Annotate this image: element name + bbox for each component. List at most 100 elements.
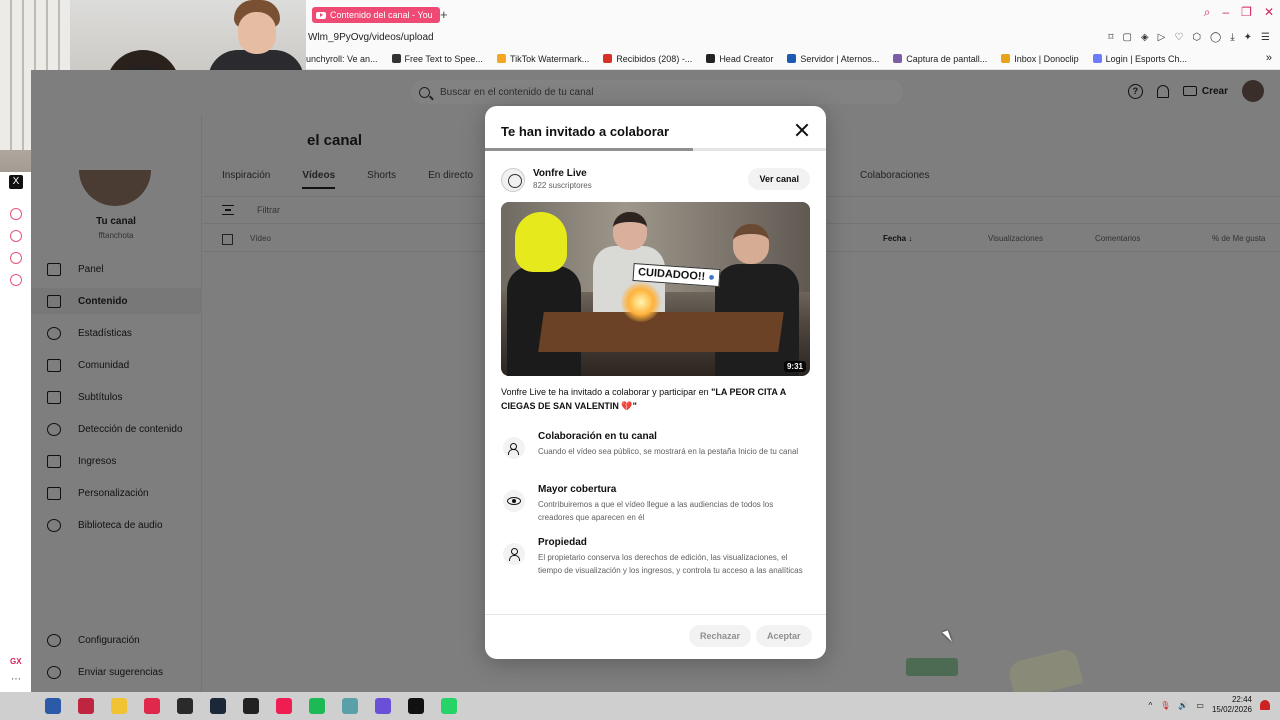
gx-icon[interactable]: GX (10, 657, 22, 666)
sidebar-item-estadisticas[interactable]: Estadísticas (31, 320, 201, 346)
sidebar-item-biblioteca-de-audio[interactable]: Biblioteca de audio (31, 512, 201, 538)
tab-2[interactable]: Shorts (367, 170, 396, 189)
history-icon[interactable] (10, 230, 22, 242)
channel-avatar-vonfre[interactable] (501, 168, 525, 192)
sidebar-item-label: Detección de contenido (78, 423, 183, 435)
accept-button[interactable]: Aceptar (756, 625, 812, 647)
help-icon[interactable]: ? (1127, 83, 1143, 99)
video-thumbnail[interactable]: CUIDADOO!! ● 9:31 (501, 202, 810, 376)
app-dark-1-icon[interactable] (176, 698, 193, 714)
epic-games-icon[interactable] (242, 698, 259, 714)
create-button[interactable]: Crear (1182, 86, 1228, 97)
bookmark-item[interactable]: Free Text to Spee... (391, 54, 483, 64)
clock-time: 22:44 (1231, 695, 1252, 704)
url-text[interactable]: Wlm_9PyOvg/videos/upload (308, 32, 434, 43)
minimize-button[interactable]: – (1222, 5, 1229, 20)
ingresos-icon (47, 454, 61, 468)
column-video[interactable]: Vídeo (250, 234, 271, 243)
capcut-icon[interactable] (407, 698, 424, 714)
avatar[interactable] (1242, 80, 1264, 102)
sidebar-item-label: Estadísticas (78, 327, 132, 339)
sidebar-item-panel[interactable]: Panel (31, 256, 201, 282)
bookmark-item[interactable]: TikTok Watermark... (496, 54, 589, 64)
bookmarks-overflow-icon[interactable]: » (1266, 52, 1272, 64)
studio-search-input[interactable]: Buscar en el contenido de tu canal (411, 80, 903, 104)
opera-icon[interactable] (143, 698, 160, 714)
play-icon[interactable]: ▷ (1158, 32, 1166, 43)
sidebar-item-label: Biblioteca de audio (78, 519, 163, 531)
sidebar-item-enviar-sugerencias[interactable]: Enviar sugerencias (31, 659, 201, 685)
sidebar-item-ingresos[interactable]: Ingresos (31, 448, 201, 474)
tab-1[interactable]: Vídeos (302, 170, 336, 189)
bookmark-item[interactable]: Inbox | Donoclip (1001, 54, 1079, 64)
download-icon[interactable]: ⤓ (1230, 32, 1234, 43)
close-icon[interactable] (794, 122, 810, 138)
microphone-icon[interactable]: 🎙 (1160, 701, 1170, 710)
bookmark-icon[interactable]: ⌑ (1108, 32, 1113, 43)
snapshot-icon[interactable]: ▢ (1122, 32, 1131, 43)
display-icon[interactable]: ▭ (1196, 701, 1204, 710)
search-tabs-icon[interactable]: ⌕ (1204, 5, 1211, 20)
discord-like-icon[interactable] (374, 698, 391, 714)
channel-name[interactable]: Vonfre Live (533, 168, 587, 179)
search-placeholder: Buscar en el contenido de tu canal (440, 86, 594, 98)
column-comments[interactable]: Comentarios (1095, 234, 1140, 243)
select-all-checkbox[interactable] (222, 234, 233, 245)
extensions-sidebar-icon[interactable] (10, 252, 22, 264)
heart-icon[interactable]: ♡ (1174, 32, 1183, 43)
sidebar-item-personalizacion[interactable]: Personalización (31, 480, 201, 506)
shield-icon[interactable]: ◈ (1141, 32, 1149, 43)
view-channel-button[interactable]: Ver canal (748, 168, 810, 190)
close-window-button[interactable]: ✕ (1264, 5, 1274, 20)
sidebar-item-comunidad[interactable]: Comunidad (31, 352, 201, 378)
steam-icon[interactable] (209, 698, 226, 714)
bookmark-item[interactable]: Login | Esports Ch... (1092, 54, 1187, 64)
address-bar[interactable]: Wlm_9PyOvg/videos/upload ⌑ ▢ ◈ ▷ ♡ ⬡ ◯ ⤓… (306, 30, 1280, 48)
menu-icon[interactable]: ☰ (1261, 32, 1270, 43)
file-explorer-icon[interactable] (110, 698, 127, 714)
more-icon[interactable]: ⋯ (11, 674, 21, 685)
sidebar-item-configuracion[interactable]: Configuración (31, 627, 201, 653)
spotify-icon[interactable] (308, 698, 325, 714)
new-tab-button[interactable]: + (440, 7, 448, 22)
settings-sidebar-icon[interactable] (10, 274, 22, 286)
player-icon[interactable] (10, 208, 22, 220)
sidebar-item-deteccion-de-contenido[interactable]: Detección de contenido (31, 416, 201, 442)
reject-button[interactable]: Rechazar (689, 625, 752, 647)
opera-gx-app-icon[interactable] (77, 698, 94, 714)
notepad-icon[interactable] (341, 698, 358, 714)
whatsapp-icon[interactable] (440, 698, 457, 714)
tab-3[interactable]: En directo (428, 170, 473, 189)
filter-icon[interactable] (222, 205, 234, 215)
clock[interactable]: 22:44 15/02/2026 (1212, 695, 1252, 715)
column-likes[interactable]: % de Me gusta (1212, 234, 1265, 243)
studio-sidebar: Tu canal fftanchota Panel Contenido Estadí… (31, 170, 201, 692)
bell-icon[interactable] (1156, 84, 1169, 98)
ai-icon[interactable]: ✦ (1244, 32, 1252, 43)
maximize-button[interactable]: ❐ (1241, 5, 1252, 20)
speaker-icon[interactable]: 🔊 (1178, 701, 1188, 710)
profile-icon[interactable]: ◯ (1210, 32, 1221, 43)
notification-icon[interactable] (1260, 700, 1270, 710)
feature-title: Propiedad (538, 537, 587, 548)
bookmark-item[interactable]: Recibidos (208) -... (603, 54, 692, 64)
column-views[interactable]: Visualizaciones (988, 234, 1043, 243)
tiktok-icon[interactable] (275, 698, 292, 714)
tab-0[interactable]: Inspiración (222, 170, 270, 189)
channel-avatar[interactable] (79, 170, 151, 206)
tray-chevron-icon[interactable]: ^ (1149, 701, 1153, 710)
bookmark-item[interactable]: Head Creator (706, 54, 773, 64)
extensions-icon[interactable]: ⬡ (1192, 32, 1201, 43)
widgets-icon[interactable] (44, 698, 61, 714)
column-date[interactable]: Fecha ↓ (883, 234, 912, 243)
browser-tab-active[interactable]: Contenido del canal - You (312, 7, 440, 23)
sidebar-item-contenido[interactable]: Contenido (31, 288, 201, 314)
bookmark-item[interactable]: unchyroll: Ve an... (306, 54, 378, 64)
channel-row: Vonfre Live 822 suscriptores Ver canal (501, 168, 810, 194)
tab-colaboraciones[interactable]: Colaboraciones (860, 170, 930, 181)
bookmark-item[interactable]: Captura de pantall... (893, 54, 987, 64)
sidebar-item-subtitulos[interactable]: Subtítulos (31, 384, 201, 410)
filter-input[interactable]: Filtrar (257, 205, 280, 215)
x-twitter-icon[interactable]: X (9, 175, 23, 189)
bookmark-item[interactable]: Servidor | Aternos... (787, 54, 879, 64)
